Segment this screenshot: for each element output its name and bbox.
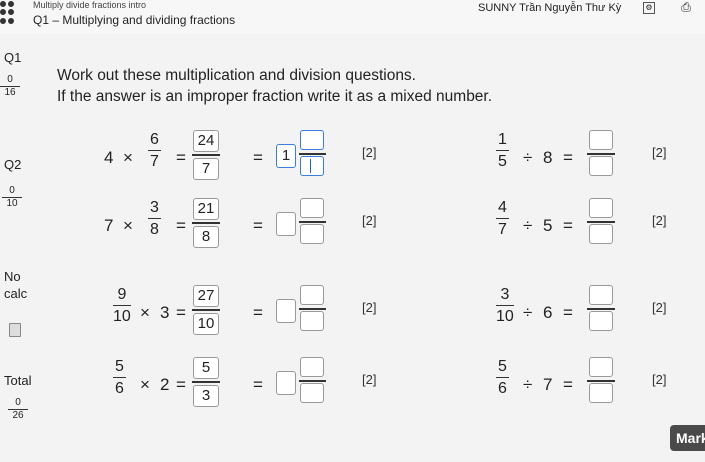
mixed-number-input[interactable]: 1 — [276, 130, 328, 180]
whole-number: 7 — [543, 375, 553, 394]
breadcrumb[interactable]: Multiply divide fractions intro — [33, 0, 146, 10]
settings-icon[interactable]: ⚙ — [643, 2, 655, 14]
instruction-line-2: If the answer is an improper fraction wr… — [57, 88, 493, 105]
whole-number: 3 — [160, 303, 170, 322]
denominator-input[interactable] — [589, 311, 613, 331]
mixed-whole-input[interactable] — [276, 299, 296, 323]
q2-score: 0 10 — [2, 185, 22, 210]
mixed-numerator-input[interactable] — [300, 357, 324, 377]
instruction-line-1: Work out these multiplication and divisi… — [57, 67, 416, 84]
numerator-input[interactable] — [589, 285, 613, 305]
total-label: Total — [4, 373, 32, 388]
marks-label: [2] — [652, 145, 667, 160]
operator: × — [140, 303, 150, 322]
fraction-answer-input[interactable] — [587, 130, 617, 180]
no-calc-label: No calc — [4, 269, 28, 301]
student-name: SUNNY Trần Nguyễn Thư Kỳ — [478, 2, 622, 14]
sidebar-item-q2[interactable]: Q2 — [4, 157, 21, 172]
mixed-number-input[interactable] — [276, 285, 328, 335]
sidebar: Q1 0 16 Q2 0 10 No calc Total 0 26 — [0, 40, 50, 462]
question-fraction: 56 — [113, 358, 126, 397]
equals-sign: = — [253, 216, 263, 235]
denominator-input[interactable] — [589, 156, 613, 176]
marks-label: [2] — [362, 300, 377, 315]
question-fraction: 9 10 — [113, 286, 131, 325]
top-bar: Multiply divide fractions intro Q1 – Mul… — [0, 0, 705, 34]
operator: ÷ — [523, 303, 533, 322]
equals-sign: = — [563, 303, 573, 322]
whole-number: 6 — [543, 303, 553, 322]
question-fraction: 67 — [148, 131, 161, 170]
question-fraction: 38 — [148, 199, 161, 238]
numerator-input[interactable] — [589, 130, 613, 150]
mixed-denominator-input[interactable] — [300, 311, 324, 331]
improper-fraction-answer[interactable]: 53 — [191, 357, 221, 407]
operator: ÷ — [523, 216, 533, 235]
operator: × — [123, 216, 133, 235]
equals-sign: = — [563, 216, 573, 235]
question-fraction: 56 — [496, 358, 509, 397]
q1-score: 0 16 — [0, 74, 20, 99]
improper-fraction-answer[interactable]: 21 8 — [191, 198, 221, 248]
equals-sign: = — [176, 303, 186, 322]
whole-number: 2 — [160, 375, 170, 394]
whole-number: 7 — [104, 216, 114, 235]
fraction-answer-input[interactable] — [587, 357, 617, 407]
mixed-numerator-input[interactable] — [300, 130, 324, 150]
mixed-denominator-input[interactable] — [300, 224, 324, 244]
marks-label: [2] — [362, 213, 377, 228]
denominator-input[interactable] — [589, 383, 613, 403]
mixed-numerator-input[interactable] — [300, 198, 324, 218]
page-title: Q1 – Multiplying and dividing fractions — [33, 13, 236, 27]
mixed-whole-input[interactable]: 1 — [276, 144, 296, 168]
equals-sign: = — [563, 148, 573, 167]
mixed-denominator-input[interactable] — [300, 156, 324, 176]
mixed-number-input[interactable] — [276, 198, 328, 248]
fraction-answer-input[interactable] — [587, 285, 617, 335]
marks-label: [2] — [362, 372, 377, 387]
equals-sign: = — [176, 375, 186, 394]
fraction-answer-input[interactable] — [587, 198, 617, 248]
equals-sign: = — [176, 148, 186, 167]
numerator-input[interactable] — [589, 198, 613, 218]
operator: × — [123, 148, 133, 167]
equals-sign: = — [253, 148, 263, 167]
question-fraction: 15 — [496, 131, 509, 170]
operator: ÷ — [523, 375, 533, 394]
mixed-number-input[interactable] — [276, 357, 328, 407]
denominator-input[interactable] — [589, 224, 613, 244]
app-logo-icon — [0, 0, 14, 24]
operator: × — [140, 375, 150, 394]
whole-number: 5 — [543, 216, 553, 235]
text-cursor — [310, 159, 311, 173]
whole-number: 4 — [104, 148, 114, 167]
total-score: 0 26 — [8, 397, 28, 422]
equals-sign: = — [253, 375, 263, 394]
equals-sign: = — [176, 216, 186, 235]
improper-fraction-answer[interactable]: 24 7 — [191, 130, 221, 180]
mark-button[interactable]: Mark — [670, 425, 705, 451]
mixed-whole-input[interactable] — [276, 371, 296, 395]
equals-sign: = — [563, 375, 573, 394]
equals-sign: = — [253, 303, 263, 322]
mixed-denominator-input[interactable] — [300, 383, 324, 403]
marks-label: [2] — [652, 372, 667, 387]
sidebar-item-q1[interactable]: Q1 — [4, 50, 21, 65]
question-fraction: 3 10 — [496, 286, 514, 325]
print-icon[interactable]: ⎙ — [680, 1, 692, 14]
operator: ÷ — [523, 148, 533, 167]
numerator-input[interactable] — [589, 357, 613, 377]
marks-label: [2] — [652, 300, 667, 315]
question-fraction: 47 — [496, 199, 509, 238]
whole-number: 8 — [543, 148, 553, 167]
marks-label: [2] — [362, 145, 377, 160]
marks-label: [2] — [652, 213, 667, 228]
calculator-icon — [9, 323, 21, 337]
improper-fraction-answer[interactable]: 27 10 — [191, 285, 221, 335]
mixed-whole-input[interactable] — [276, 212, 296, 236]
mixed-numerator-input[interactable] — [300, 285, 324, 305]
